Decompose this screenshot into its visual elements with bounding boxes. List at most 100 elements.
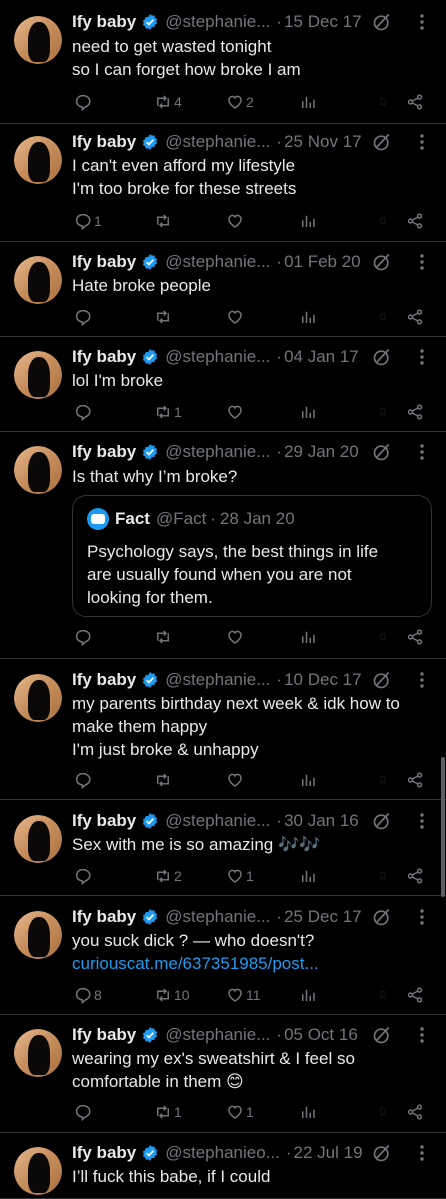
- like-button[interactable]: 2: [224, 92, 254, 112]
- retweet-button[interactable]: 1: [152, 1102, 182, 1122]
- grok-icon[interactable]: [372, 12, 392, 32]
- retweet-button[interactable]: [152, 627, 174, 647]
- bookmark-button[interactable]: [372, 307, 392, 327]
- views-button[interactable]: [297, 92, 317, 112]
- retweet-button[interactable]: [152, 211, 174, 231]
- author-handle[interactable]: @stephanieo...: [165, 1143, 280, 1163]
- like-button[interactable]: [224, 211, 246, 231]
- tweet[interactable]: Ify baby @stephanie... · 10 Dec 17 my parent…: [0, 659, 446, 800]
- more-dots-icon[interactable]: [413, 12, 431, 32]
- avatar[interactable]: [14, 16, 62, 64]
- reply-button[interactable]: [72, 1102, 94, 1122]
- like-button[interactable]: 1: [224, 1102, 254, 1122]
- more-dots-icon[interactable]: [413, 1025, 431, 1045]
- avatar[interactable]: [14, 136, 62, 184]
- tweet-date[interactable]: 29 Jan 20: [284, 442, 359, 462]
- tweet[interactable]: Ify baby @stephanieo... · 22 Jul 19 I’ll fuc…: [0, 1133, 446, 1199]
- author-name[interactable]: Ify baby: [72, 811, 136, 831]
- author-handle[interactable]: @stephanie...: [165, 811, 270, 831]
- author-name[interactable]: Ify baby: [72, 907, 136, 927]
- retweet-button[interactable]: [152, 307, 174, 327]
- like-button[interactable]: [224, 402, 246, 422]
- quoted-tweet[interactable]: Fact @Fact · 28 Jan 20 Psychology says, the …: [72, 495, 432, 617]
- scrollbar-thumb[interactable]: [441, 757, 445, 897]
- share-button[interactable]: [404, 307, 424, 327]
- bookmark-button[interactable]: [372, 627, 392, 647]
- retweet-button[interactable]: [152, 770, 174, 790]
- tweet-date[interactable]: 30 Jan 16: [284, 811, 359, 831]
- tweet-link[interactable]: curiouscat.me/637351985/post...: [72, 952, 432, 975]
- bookmark-button[interactable]: [372, 866, 392, 886]
- author-handle[interactable]: @stephanie...: [165, 1025, 270, 1045]
- like-button[interactable]: 1: [224, 866, 254, 886]
- bookmark-button[interactable]: [372, 985, 392, 1005]
- tweet-date[interactable]: 25 Dec 17: [284, 907, 362, 927]
- views-button[interactable]: [297, 1102, 317, 1122]
- reply-button[interactable]: [72, 402, 94, 422]
- author-name[interactable]: Ify baby: [72, 347, 136, 367]
- quoted-author-name[interactable]: Fact: [115, 509, 150, 529]
- tweet[interactable]: Ify baby @stephanie... · 15 Dec 17 need to g…: [0, 0, 446, 124]
- tweet[interactable]: Ify baby @stephanie... · 25 Dec 17 you suck …: [0, 896, 446, 1015]
- author-handle[interactable]: @stephanie...: [165, 347, 270, 367]
- author-name[interactable]: Ify baby: [72, 252, 136, 272]
- bookmark-button[interactable]: [372, 211, 392, 231]
- reply-button[interactable]: [72, 92, 94, 112]
- more-dots-icon[interactable]: [413, 347, 431, 367]
- grok-icon[interactable]: [372, 811, 392, 831]
- more-dots-icon[interactable]: [413, 811, 431, 831]
- reply-button[interactable]: [72, 307, 94, 327]
- author-name[interactable]: Ify baby: [72, 12, 136, 32]
- retweet-button[interactable]: 2: [152, 866, 182, 886]
- grok-icon[interactable]: [372, 670, 392, 690]
- like-button[interactable]: [224, 627, 246, 647]
- bookmark-button[interactable]: [372, 770, 392, 790]
- share-button[interactable]: [404, 985, 424, 1005]
- avatar[interactable]: [14, 674, 62, 722]
- bookmark-button[interactable]: [372, 1102, 392, 1122]
- author-handle[interactable]: @stephanie...: [165, 442, 270, 462]
- bookmark-button[interactable]: [372, 92, 392, 112]
- tweet[interactable]: Ify baby @stephanie... · 30 Jan 16 Sex with …: [0, 800, 446, 896]
- views-button[interactable]: [297, 307, 317, 327]
- avatar[interactable]: [14, 446, 62, 494]
- author-handle[interactable]: @stephanie...: [165, 907, 270, 927]
- author-handle[interactable]: @stephanie...: [165, 252, 270, 272]
- retweet-button[interactable]: 10: [152, 985, 190, 1005]
- reply-button[interactable]: [72, 866, 94, 886]
- tweet-date[interactable]: 04 Jan 17: [284, 347, 359, 367]
- author-name[interactable]: Ify baby: [72, 132, 136, 152]
- reply-button[interactable]: [72, 770, 94, 790]
- share-button[interactable]: [404, 1102, 424, 1122]
- like-button[interactable]: 11: [224, 985, 261, 1005]
- share-button[interactable]: [404, 402, 424, 422]
- tweet-date[interactable]: 01 Feb 20: [284, 252, 361, 272]
- bookmark-button[interactable]: [372, 402, 392, 422]
- more-dots-icon[interactable]: [413, 907, 431, 927]
- reply-button[interactable]: 1: [72, 211, 102, 231]
- author-name[interactable]: Ify baby: [72, 670, 136, 690]
- share-button[interactable]: [404, 92, 424, 112]
- tweet-date[interactable]: 25 Nov 17: [284, 132, 362, 152]
- grok-icon[interactable]: [372, 442, 392, 462]
- avatar[interactable]: [14, 1147, 62, 1195]
- tweet[interactable]: Ify baby @stephanie... · 25 Nov 17 I can't e…: [0, 124, 446, 242]
- tweet[interactable]: Ify baby @stephanie... · 05 Oct 16 wearing m…: [0, 1015, 446, 1133]
- author-handle[interactable]: @stephanie...: [165, 670, 270, 690]
- more-dots-icon[interactable]: [413, 1143, 431, 1163]
- author-name[interactable]: Ify baby: [72, 442, 136, 462]
- reply-button[interactable]: [72, 627, 94, 647]
- author-name[interactable]: Ify baby: [72, 1025, 136, 1045]
- more-dots-icon[interactable]: [413, 442, 431, 462]
- grok-icon[interactable]: [372, 132, 392, 152]
- tweet[interactable]: Ify baby @stephanie... · 29 Jan 20 Is that w…: [0, 432, 446, 659]
- author-name[interactable]: Ify baby: [72, 1143, 136, 1163]
- retweet-button[interactable]: 4: [152, 92, 182, 112]
- views-button[interactable]: [297, 770, 317, 790]
- avatar[interactable]: [14, 351, 62, 399]
- tweet-date[interactable]: 15 Dec 17: [284, 12, 362, 32]
- tweet-date[interactable]: 05 Oct 16: [284, 1025, 358, 1045]
- views-button[interactable]: [297, 627, 317, 647]
- like-button[interactable]: [224, 770, 246, 790]
- author-handle[interactable]: @stephanie...: [165, 12, 270, 32]
